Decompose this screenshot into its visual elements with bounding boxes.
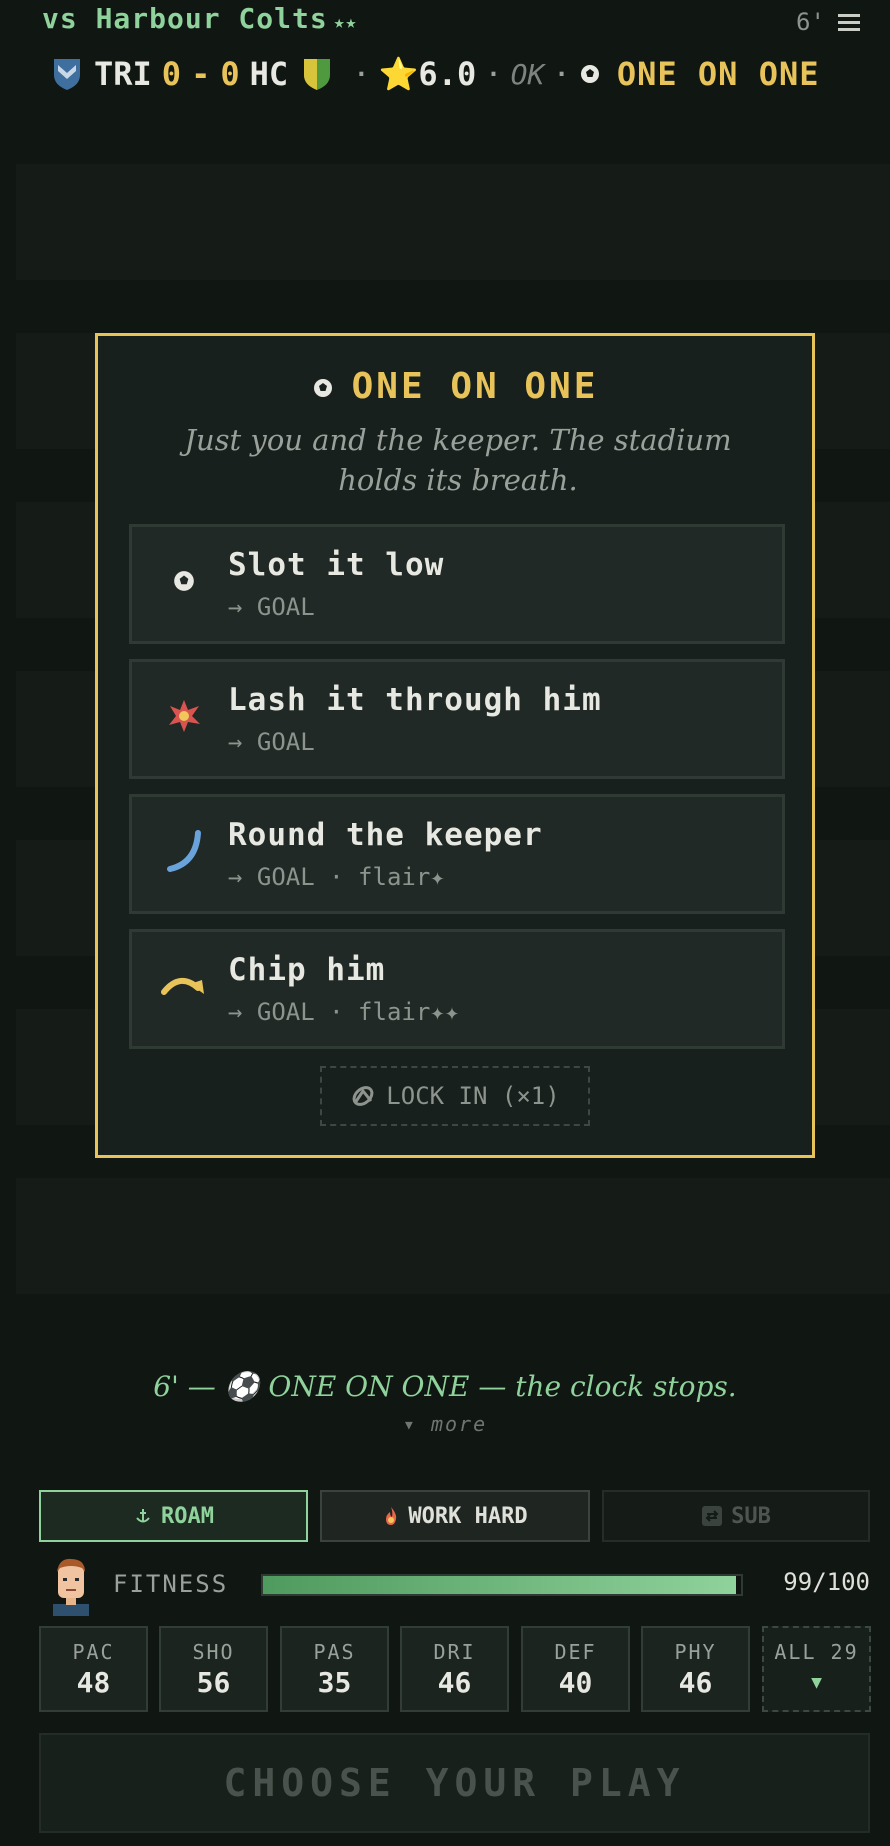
roam-label: ROAM [161,1503,214,1529]
form-status: OK [510,57,545,91]
stat-value: 56 [196,1666,231,1699]
option-label: Lash it through him [228,682,602,718]
choose-your-play-button[interactable]: CHOOSE YOUR PLAY [39,1733,870,1833]
stat-dri: DRI 46 [400,1626,509,1712]
fitness-row: FITNESS 99/100 [39,1556,870,1618]
event-tag: ONE ON ONE [616,55,820,93]
player-avatar [53,1558,89,1616]
lock-in-button[interactable]: LOCK IN (×1) [320,1066,590,1126]
pitch-stripe [16,1178,890,1294]
sub-button[interactable]: SUB [602,1490,870,1542]
fitness-bar [261,1574,743,1596]
option-round-the-keeper[interactable]: Round the keeper → GOAL · flair✦ [129,794,785,914]
lock-in-icon [352,1086,374,1106]
scoreline: TRI 0 - 0 HC · ⭐6.0 · OK · ONE ON ONE [52,52,820,96]
pitch-stripe [16,164,890,280]
option-lash-it-through-him[interactable]: Lash it through him → GOAL [129,659,785,779]
stat-name: PAC [72,1640,115,1664]
option-slot-it-low[interactable]: Slot it low → GOAL [129,524,785,644]
option-outcome: → GOAL · flair✦✦ [228,998,460,1026]
stat-pac: PAC 48 [39,1626,148,1712]
score-separator: - [191,55,211,93]
arrow-curve-icon [158,960,210,1012]
modal-title-text: ONE ON ONE [351,366,599,407]
sub-label: SUB [731,1503,771,1529]
modal-subtitle: Just you and the keeper. The stadium hol… [184,423,732,497]
stat-name: ALL 29 [774,1640,859,1664]
stat-pas: PAS 35 [280,1626,389,1712]
soccer-ball-icon [580,65,599,83]
stat-name: PAS [313,1640,356,1664]
roam-button[interactable]: ROAM [39,1490,308,1542]
stat-value: 35 [317,1666,352,1699]
match-header: vs Harbour Colts ★★ 6' TRI 0 - 0 HC · ⭐6.… [0,0,890,110]
home-crest-icon [54,59,80,90]
match-minute: 6' [796,8,825,36]
home-team: TRI [94,55,152,93]
option-label: Round the keeper [228,817,543,853]
away-team: HC [249,55,289,93]
option-label: Slot it low [228,547,445,583]
stat-sho: SHO 56 [159,1626,268,1712]
soccer-ball-icon [158,555,210,607]
stat-def: DEF 40 [521,1626,630,1712]
opponent-stars: ★★ [333,12,358,33]
home-score: 0 [161,55,182,93]
explosion-icon [158,690,210,742]
option-chip-him[interactable]: Chip him → GOAL · flair✦✦ [129,929,785,1049]
stat-value: 46 [678,1666,713,1699]
fitness-bar-fill [263,1576,737,1594]
soccer-ball-icon [313,379,332,397]
all-stats-toggle[interactable]: ALL 29 ▼ [762,1626,871,1712]
anchor-icon [136,1509,150,1523]
opponent-title: vs Harbour Colts ★★ [42,2,357,35]
stat-value: 46 [437,1666,472,1699]
option-outcome: → GOAL [228,728,315,756]
player-rating: ⭐6.0 [378,55,477,93]
chevron-down-icon: ▼ [811,1672,822,1693]
fitness-value: 99/100 [783,1568,870,1596]
option-outcome: → GOAL [228,593,315,621]
option-outcome: → GOAL · flair✦ [228,863,445,891]
event-modal: ONE ON ONE Just you and the keeper. The … [95,333,815,1158]
fitness-label: FITNESS [113,1570,229,1598]
opponent-name: vs Harbour Colts [42,2,328,35]
stat-value: 40 [558,1666,593,1699]
work-hard-label: WORK HARD [408,1503,528,1529]
swap-icon [702,1506,723,1526]
option-label: Chip him [228,952,386,988]
work-hard-button[interactable]: WORK HARD [320,1490,590,1542]
stat-name: DEF [554,1640,597,1664]
away-score: 0 [220,55,240,93]
hamburger-menu-icon[interactable] [836,10,862,36]
stat-name: SHO [192,1640,235,1664]
separator-dot: · [554,60,569,88]
commentary-line: 6' — ⚽ ONE ON ONE — the clock stops. [153,1370,737,1403]
modal-title: ONE ON ONE [98,366,812,407]
stat-value: 48 [76,1666,111,1699]
separator-dot: · [486,60,501,88]
stat-phy: PHY 46 [641,1626,750,1712]
more-toggle[interactable]: ▾ more [0,1412,890,1436]
separator-dot: · [354,60,369,88]
lock-in-label: LOCK IN (×1) [386,1082,560,1110]
away-crest-icon [304,59,331,90]
stat-name: DRI [433,1640,476,1664]
curve-icon [158,825,210,877]
stat-name: PHY [674,1640,717,1664]
fire-icon [386,1507,397,1525]
